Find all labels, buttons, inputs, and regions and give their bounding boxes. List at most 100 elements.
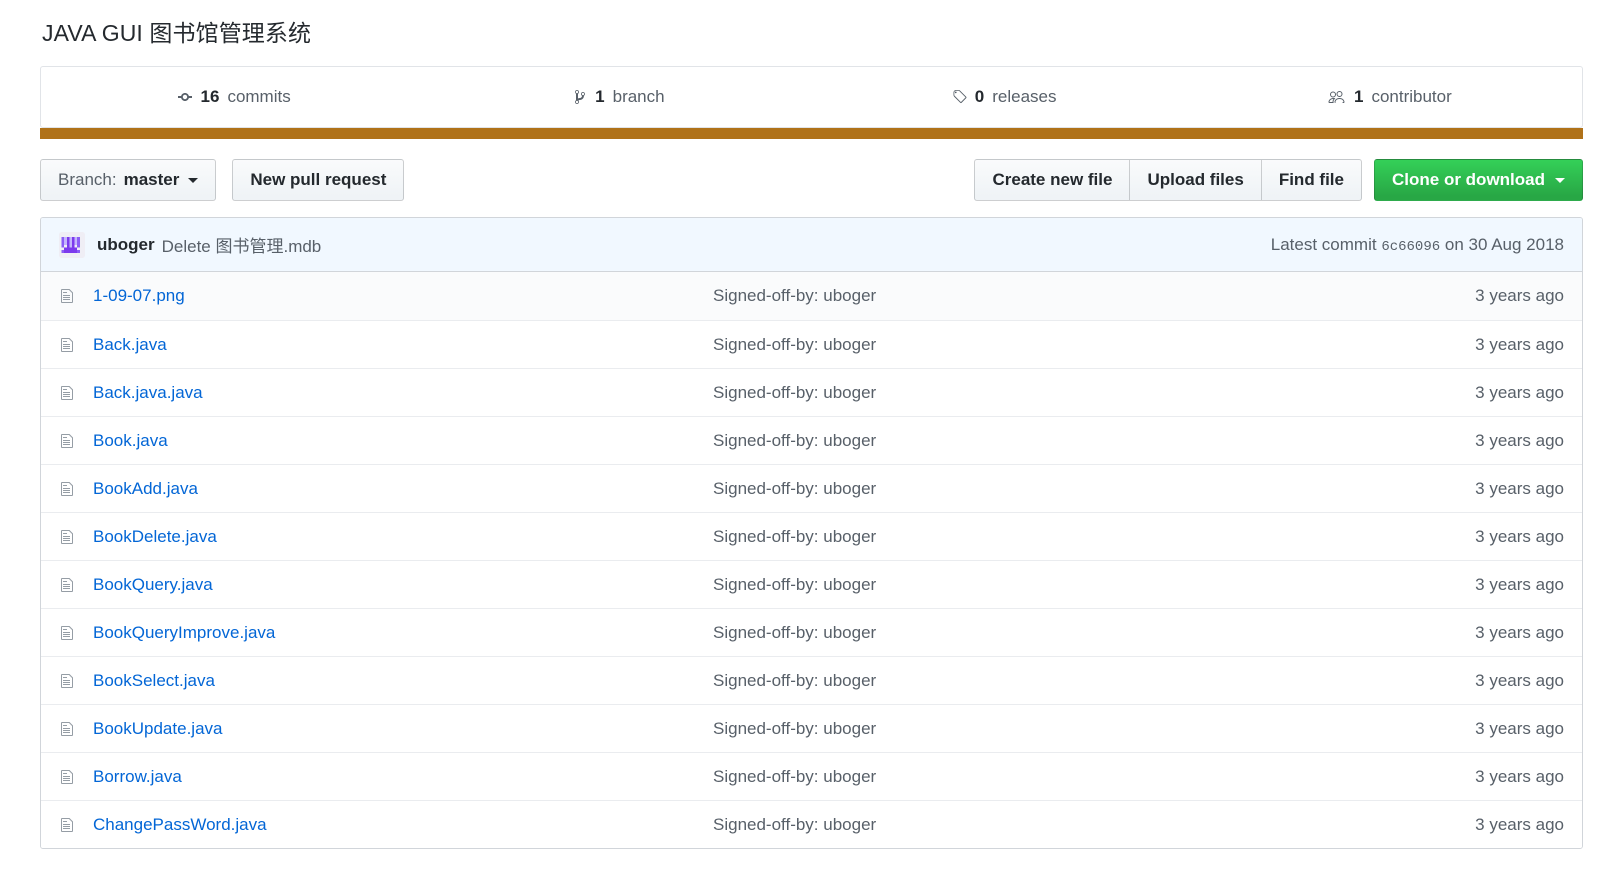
file-commit-message[interactable]: Signed-off-by: uboger [713, 815, 1459, 835]
stat-releases-label: releases [992, 87, 1057, 106]
file-commit-message[interactable]: Signed-off-by: uboger [713, 623, 1459, 643]
table-row[interactable]: BookDelete.java Signed-off-by: uboger 3 … [41, 512, 1582, 561]
file-commit-message[interactable]: Signed-off-by: uboger [713, 335, 1459, 355]
table-row[interactable]: Back.java Signed-off-by: uboger 3 years … [41, 320, 1582, 369]
table-row[interactable]: Borrow.java Signed-off-by: uboger 3 year… [41, 752, 1582, 801]
stat-releases-count: 0 [974, 87, 985, 106]
file-icon [59, 337, 81, 353]
file-icon [59, 577, 81, 593]
repository-toolbar: Branch: master New pull request Create n… [40, 139, 1583, 217]
repository-page: JAVA GUI 图书馆管理系统 16 commits 1 branch 0 r… [0, 0, 1623, 850]
new-pull-request-button[interactable]: New pull request [232, 159, 405, 202]
file-icon [59, 385, 81, 401]
language-segment-java[interactable] [40, 128, 1583, 139]
repository-stats-bar: 16 commits 1 branch 0 releases 1 contrib… [40, 66, 1583, 128]
language-bar [40, 128, 1583, 139]
table-row[interactable]: Back.java.java Signed-off-by: uboger 3 y… [41, 368, 1582, 417]
commit-on-label: on [1444, 234, 1464, 254]
file-commit-age: 3 years ago [1475, 718, 1564, 738]
table-row[interactable]: BookAdd.java Signed-off-by: uboger 3 yea… [41, 464, 1582, 513]
find-file-button[interactable]: Find file [1260, 159, 1362, 202]
file-commit-age: 3 years ago [1475, 814, 1564, 834]
stat-commits[interactable]: 16 commits [41, 67, 426, 127]
file-commit-message[interactable]: Signed-off-by: uboger [713, 383, 1459, 403]
stat-branches[interactable]: 1 branch [426, 67, 811, 127]
commit-message[interactable]: Delete 图书管理.mdb [162, 232, 322, 257]
avatar[interactable] [59, 231, 85, 258]
stat-contributors-label: contributor [1371, 87, 1452, 106]
chevron-down-icon [1555, 177, 1565, 183]
branch-selector-button[interactable]: Branch: master [40, 159, 217, 202]
file-icon [59, 529, 81, 545]
file-name-link[interactable]: 1-09-07.png [93, 286, 713, 306]
create-new-file-button[interactable]: Create new file [974, 159, 1130, 202]
branch-name-label: master [123, 170, 180, 189]
stat-commits-label: commits [227, 87, 291, 106]
stat-contributors[interactable]: 1 contributor [1197, 67, 1582, 127]
tag-icon [952, 89, 967, 105]
latest-commit-label: Latest commit [1270, 234, 1377, 254]
table-row[interactable]: BookUpdate.java Signed-off-by: uboger 3 … [41, 704, 1582, 753]
file-icon [59, 769, 81, 785]
upload-files-button[interactable]: Upload files [1129, 159, 1261, 202]
file-commit-message[interactable]: Signed-off-by: uboger [713, 479, 1459, 499]
file-commit-message[interactable]: Signed-off-by: uboger [713, 575, 1459, 595]
file-commit-message[interactable]: Signed-off-by: uboger [713, 286, 1459, 306]
commit-author-name[interactable]: uboger [97, 235, 155, 255]
file-name-link[interactable]: BookQuery.java [93, 575, 713, 595]
file-list-table: uboger Delete 图书管理.mdb Latest commit 6c6… [40, 217, 1583, 850]
file-name-link[interactable]: BookDelete.java [93, 527, 713, 547]
file-icon [59, 625, 81, 641]
file-commit-message[interactable]: Signed-off-by: uboger [713, 527, 1459, 547]
file-commit-age: 3 years ago [1475, 334, 1564, 354]
file-commit-age: 3 years ago [1475, 574, 1564, 594]
file-actions-group: Create new file Upload files Find file [974, 159, 1362, 202]
toolbar-right-group: Create new file Upload files Find file C… [974, 159, 1583, 202]
stat-releases[interactable]: 0 releases [812, 67, 1197, 127]
table-row[interactable]: BookQueryImprove.java Signed-off-by: ubo… [41, 608, 1582, 657]
file-icon [59, 673, 81, 689]
clone-or-download-label: Clone or download [1392, 170, 1545, 190]
file-commit-message[interactable]: Signed-off-by: uboger [713, 431, 1459, 451]
file-name-link[interactable]: Back.java [93, 335, 713, 355]
file-name-link[interactable]: Book.java [93, 431, 713, 451]
stat-commits-count: 16 [200, 87, 220, 106]
commit-sha[interactable]: 6c66096 [1381, 239, 1440, 255]
file-commit-age: 3 years ago [1475, 622, 1564, 642]
file-rows-container: 1-09-07.png Signed-off-by: uboger 3 year… [41, 272, 1582, 849]
file-commit-message[interactable]: Signed-off-by: uboger [713, 671, 1459, 691]
file-commit-age: 3 years ago [1475, 670, 1564, 690]
file-commit-age: 3 years ago [1475, 766, 1564, 786]
file-name-link[interactable]: BookUpdate.java [93, 719, 713, 739]
commit-icon [177, 89, 193, 105]
page-title: JAVA GUI 图书馆管理系统 [42, 20, 312, 46]
file-name-link[interactable]: BookAdd.java [93, 479, 713, 499]
file-icon [59, 288, 81, 304]
file-icon [59, 433, 81, 449]
file-name-link[interactable]: Borrow.java [93, 767, 713, 787]
table-row[interactable]: BookSelect.java Signed-off-by: uboger 3 … [41, 656, 1582, 705]
latest-commit-header: uboger Delete 图书管理.mdb Latest commit 6c6… [41, 218, 1582, 273]
file-name-link[interactable]: BookSelect.java [93, 671, 713, 691]
clone-or-download-button[interactable]: Clone or download [1374, 159, 1583, 202]
commit-date: 30 Aug 2018 [1468, 234, 1564, 254]
file-name-link[interactable]: ChangePassWord.java [93, 815, 713, 835]
people-icon [1327, 89, 1346, 105]
stat-contributors-count: 1 [1353, 87, 1364, 106]
stats-list: 16 commits 1 branch 0 releases 1 contrib… [41, 67, 1582, 127]
table-row[interactable]: 1-09-07.png Signed-off-by: uboger 3 year… [41, 272, 1582, 321]
stat-branches-count: 1 [595, 87, 605, 106]
chevron-down-icon [188, 177, 199, 183]
file-icon [59, 481, 81, 497]
file-commit-age: 3 years ago [1475, 430, 1564, 450]
file-name-link[interactable]: BookQueryImprove.java [93, 623, 713, 643]
file-commit-message[interactable]: Signed-off-by: uboger [713, 719, 1459, 739]
table-row[interactable]: BookQuery.java Signed-off-by: uboger 3 y… [41, 560, 1582, 609]
stat-branches-label: branch [612, 87, 665, 106]
table-row[interactable]: ChangePassWord.java Signed-off-by: uboge… [41, 800, 1582, 849]
file-commit-message[interactable]: Signed-off-by: uboger [713, 767, 1459, 787]
file-commit-age: 3 years ago [1475, 286, 1564, 306]
branch-prefix-label: Branch: [58, 170, 117, 189]
file-name-link[interactable]: Back.java.java [93, 383, 713, 403]
table-row[interactable]: Book.java Signed-off-by: uboger 3 years … [41, 416, 1582, 465]
